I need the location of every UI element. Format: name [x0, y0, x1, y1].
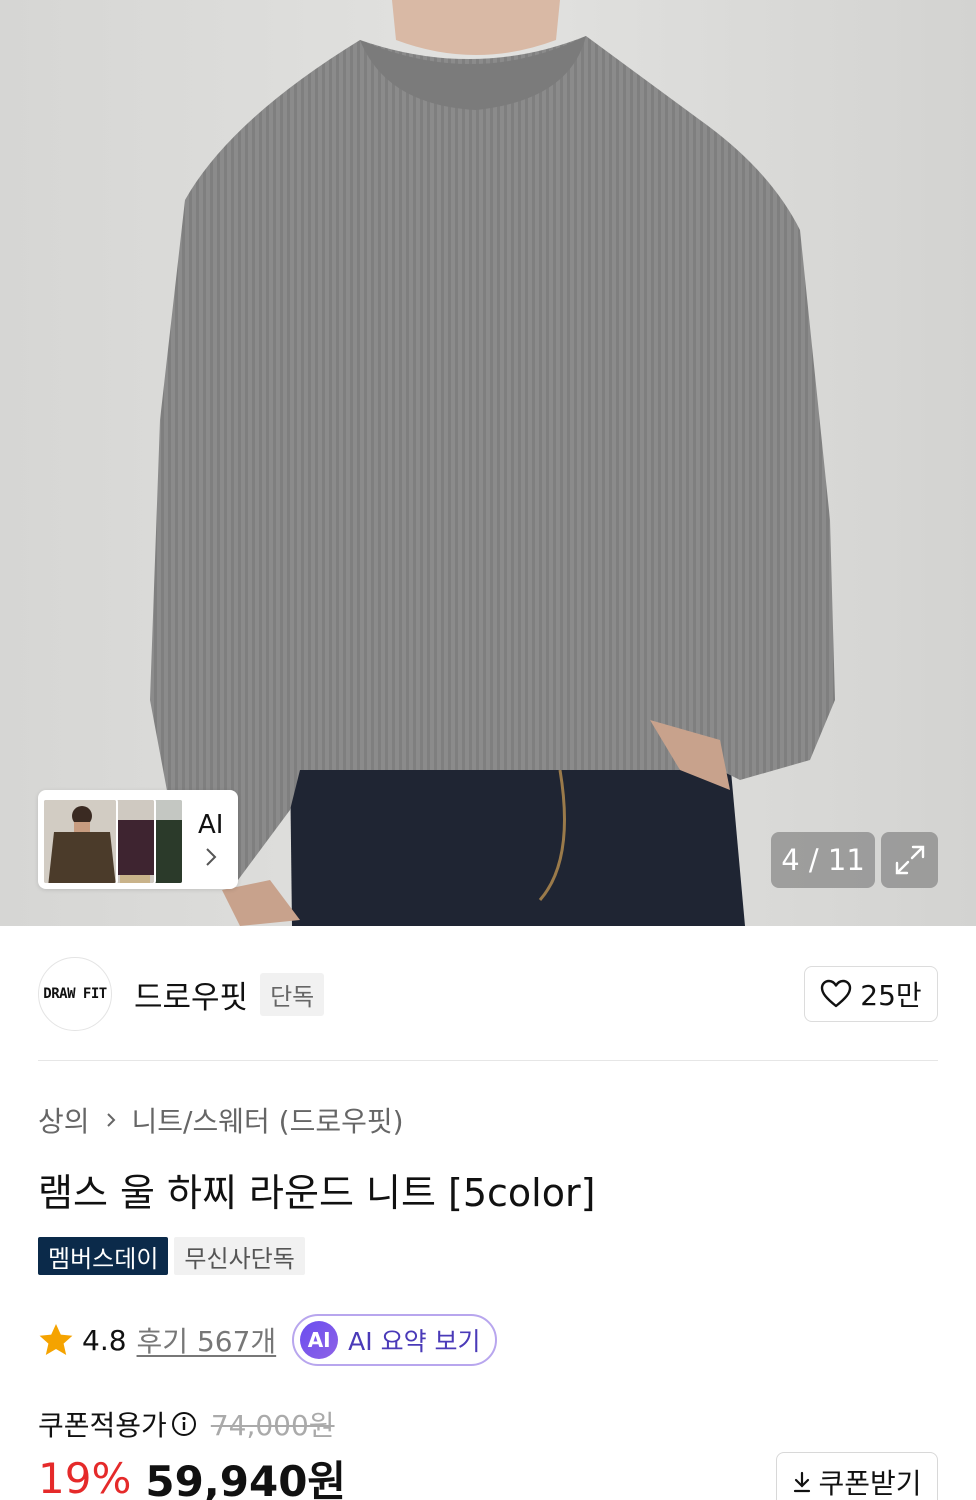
- product-badges: 멤버스데이 무신사단독: [38, 1237, 305, 1275]
- brand-exclusive-tag: 단독: [260, 972, 325, 1016]
- rating-row: 4.8 후기 567개 AI AI 요약 보기: [38, 1314, 497, 1366]
- product-title: 램스 울 하찌 라운드 니트 [5color]: [38, 1171, 596, 1215]
- brand-logo[interactable]: DRAW FIT: [38, 957, 112, 1031]
- ai-styling-thumbnails: [42, 794, 192, 885]
- brand-like-button[interactable]: 25만: [804, 966, 938, 1022]
- coupon-price-label: 쿠폰적용가: [38, 1409, 167, 1442]
- heart-icon: [821, 979, 852, 1008]
- original-price: 74,000원: [210, 1409, 335, 1442]
- divider: [38, 1060, 938, 1061]
- get-coupon-label: 쿠폰받기: [818, 1467, 922, 1500]
- chevron-right-icon: [106, 1113, 115, 1127]
- discount-rate: 19%: [38, 1453, 132, 1500]
- info-icon[interactable]: [171, 1411, 197, 1437]
- download-icon: [794, 1471, 811, 1493]
- breadcrumb-category[interactable]: 상의: [38, 1100, 90, 1140]
- members-day-badge: 멤버스데이: [38, 1237, 169, 1275]
- final-price-row: 19% 59,940원: [38, 1452, 346, 1500]
- expand-icon: [895, 845, 924, 875]
- ai-styling-card[interactable]: AI: [38, 790, 238, 889]
- brand-row: DRAW FIT 드로우핏 단독 25만: [38, 957, 938, 1031]
- ai-looks-label: AI: [198, 810, 224, 841]
- ai-summary-label: AI 요약 보기: [348, 1327, 481, 1356]
- brand-name[interactable]: 드로우핏: [134, 972, 248, 1017]
- review-count-link[interactable]: 후기 567개: [137, 1320, 277, 1360]
- coupon-price-row: 쿠폰적용가 74,000원: [38, 1404, 335, 1444]
- star-icon: [39, 1324, 73, 1355]
- brand-logo-text: DRAW FIT: [43, 986, 107, 1002]
- get-coupon-button[interactable]: 쿠폰받기: [776, 1452, 938, 1500]
- breadcrumb: 상의 니트/스웨터 (드로우핏): [38, 1100, 404, 1140]
- ai-badge-icon: AI: [300, 1321, 339, 1359]
- styling-thumbnail: [42, 798, 118, 885]
- ai-summary-button[interactable]: AI AI 요약 보기: [292, 1314, 497, 1366]
- product-image[interactable]: AI 4 / 11: [0, 0, 976, 926]
- breadcrumb-subcategory[interactable]: 니트/스웨터 (드로우핏): [132, 1100, 404, 1140]
- product-photo: [0, 0, 976, 926]
- image-counter: 4 / 11: [771, 832, 875, 888]
- like-count: 25만: [860, 979, 922, 1012]
- chevron-right-icon: [206, 848, 217, 866]
- final-price: 59,940원: [145, 1456, 347, 1500]
- expand-image-button[interactable]: [881, 832, 938, 888]
- musinsa-exclusive-badge: 무신사단독: [174, 1237, 305, 1275]
- rating-value: 4.8: [82, 1323, 127, 1357]
